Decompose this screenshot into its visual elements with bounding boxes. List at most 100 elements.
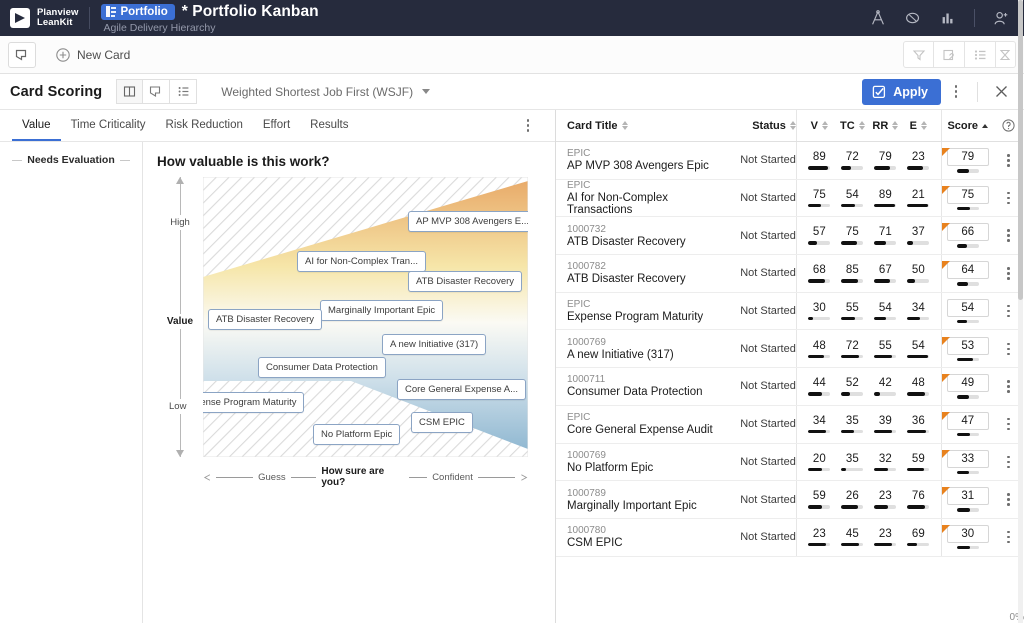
view-columns-button[interactable] (116, 79, 144, 104)
table-row[interactable]: EPIC Expense Program Maturity Not Starte… (556, 292, 1023, 331)
score-cell[interactable]: 64 (941, 261, 994, 286)
table-row[interactable]: 1000769 A new Initiative (317) Not Start… (556, 330, 1023, 369)
chart-card[interactable]: ATB Disaster Recovery (208, 309, 323, 330)
metric-e[interactable]: 54 (902, 340, 935, 359)
column-header-e[interactable]: E (902, 120, 935, 132)
table-row[interactable]: EPIC AP MVP 308 Avengers Epic Not Starte… (556, 142, 1023, 180)
column-header-tc[interactable]: TC (836, 120, 869, 132)
column-header-score[interactable]: Score (942, 120, 994, 132)
board-view-button[interactable] (8, 41, 36, 68)
scoring-model-select[interactable]: Weighted Shortest Job First (WSJF) (221, 85, 431, 99)
score-cell[interactable]: 79 (941, 148, 994, 173)
metric-tc[interactable]: 55 (836, 302, 869, 321)
metric-v[interactable]: 48 (803, 340, 836, 359)
metric-v[interactable]: 75 (803, 189, 836, 208)
metric-tc[interactable]: 85 (836, 264, 869, 283)
metric-e[interactable]: 36 (902, 415, 935, 434)
chart-card[interactable]: Core General Expense A... (397, 379, 527, 400)
table-row[interactable]: 1000780 CSM EPIC Not Started 23 45 23 69… (556, 518, 1023, 557)
metric-rr[interactable]: 55 (869, 340, 902, 359)
metric-e[interactable]: 23 (902, 151, 935, 170)
scoring-more-menu[interactable] (945, 80, 967, 104)
brand-logo-group[interactable]: Planview LeanKit (10, 7, 78, 29)
chart-card[interactable]: No Platform Epic (313, 424, 401, 445)
chart-card[interactable]: A new Initiative (317) (382, 334, 487, 355)
chart-card[interactable]: AP MVP 308 Avengers E... (408, 211, 528, 232)
metric-rr[interactable]: 79 (869, 151, 902, 170)
metric-rr[interactable]: 39 (869, 415, 902, 434)
score-value[interactable]: 54 (946, 298, 989, 317)
score-value[interactable]: 64 (946, 261, 989, 280)
tab-value[interactable]: Value (12, 110, 61, 141)
chart-plot-area[interactable]: AP MVP 308 Avengers E... AI for Non-Comp… (203, 177, 528, 457)
bar-chart-icon[interactable] (939, 9, 957, 27)
compass-icon[interactable] (869, 9, 887, 27)
score-cell[interactable]: 33 (941, 449, 994, 475)
score-cell[interactable]: 54 (942, 298, 994, 324)
score-cell[interactable]: 47 (941, 411, 994, 437)
tab-results[interactable]: Results (300, 110, 358, 141)
score-value[interactable]: 75 (946, 185, 989, 204)
chart-card[interactable]: CSM EPIC (411, 412, 473, 433)
metric-rr[interactable]: 23 (869, 490, 902, 509)
close-panel-button[interactable] (988, 79, 1014, 105)
score-cell[interactable]: 66 (941, 223, 994, 248)
add-user-icon[interactable] (992, 9, 1010, 27)
table-row[interactable]: EPIC AI for Non-Complex Transactions Not… (556, 179, 1023, 218)
metric-tc[interactable]: 35 (836, 415, 869, 434)
column-header-rr[interactable]: RR (869, 120, 902, 132)
metric-e[interactable]: 50 (902, 264, 935, 283)
metric-e[interactable]: 59 (902, 453, 935, 472)
scrollbar-thumb[interactable] (1018, 0, 1023, 300)
score-cell[interactable]: 53 (941, 336, 994, 362)
metric-v[interactable]: 44 (803, 377, 836, 396)
score-value[interactable]: 47 (946, 411, 989, 430)
score-value[interactable]: 53 (946, 336, 989, 355)
hourglass-icon[interactable] (996, 41, 1016, 68)
apply-button[interactable]: Apply (862, 78, 941, 105)
tab-risk-reduction[interactable]: Risk Reduction (156, 110, 253, 141)
metric-v[interactable]: 59 (803, 490, 836, 509)
score-value[interactable]: 79 (946, 148, 989, 167)
score-value[interactable]: 31 (946, 487, 989, 506)
metric-e[interactable]: 69 (902, 528, 935, 547)
metric-tc[interactable]: 35 (836, 453, 869, 472)
metric-tc[interactable]: 26 (836, 490, 869, 509)
metric-rr[interactable]: 32 (869, 453, 902, 472)
score-cell[interactable]: 75 (941, 185, 994, 211)
score-cell[interactable]: 49 (941, 374, 994, 399)
column-header-status[interactable]: Status (728, 120, 796, 132)
chart-card[interactable]: AI for Non-Complex Tran... (297, 251, 426, 272)
column-header-v[interactable]: V (803, 120, 836, 132)
chart-card[interactable]: Expense Program Maturity (203, 392, 305, 413)
metric-v[interactable]: 20 (803, 453, 836, 472)
column-header-card-title[interactable]: Card Title (556, 120, 728, 132)
score-value[interactable]: 49 (946, 374, 989, 393)
coffee-icon[interactable] (904, 9, 922, 27)
portfolio-chip[interactable]: Portfolio (101, 3, 175, 20)
metric-e[interactable]: 76 (902, 490, 935, 509)
view-cards-button[interactable] (143, 79, 171, 104)
tab-time-criticality[interactable]: Time Criticality (61, 110, 156, 141)
table-row[interactable]: 1000782 ATB Disaster Recovery Not Starte… (556, 255, 1023, 293)
tab-effort[interactable]: Effort (253, 110, 300, 141)
table-row[interactable]: 1000732 ATB Disaster Recovery Not Starte… (556, 217, 1023, 256)
score-value[interactable]: 30 (946, 524, 989, 543)
metric-v[interactable]: 30 (803, 302, 836, 321)
chart-card[interactable]: Consumer Data Protection (258, 357, 386, 378)
metric-rr[interactable]: 71 (869, 226, 902, 245)
metric-e[interactable]: 37 (902, 226, 935, 245)
chart-card[interactable]: ATB Disaster Recovery (408, 271, 523, 292)
new-card-button[interactable]: New Card (56, 48, 130, 62)
table-row[interactable]: EPIC Core General Expense Audit Not Star… (556, 405, 1023, 444)
tabs-more-menu[interactable] (517, 110, 555, 141)
metric-e[interactable]: 34 (902, 302, 935, 321)
table-row[interactable]: 1000711 Consumer Data Protection Not Sta… (556, 368, 1023, 406)
metric-v[interactable]: 68 (803, 264, 836, 283)
page-scrollbar[interactable] (1017, 0, 1024, 623)
table-row[interactable]: 1000769 No Platform Epic Not Started 20 … (556, 443, 1023, 482)
metric-v[interactable]: 89 (803, 151, 836, 170)
metric-e[interactable]: 21 (902, 189, 935, 208)
table-row[interactable]: 1000789 Marginally Important Epic Not St… (556, 481, 1023, 519)
metric-tc[interactable]: 45 (836, 528, 869, 547)
